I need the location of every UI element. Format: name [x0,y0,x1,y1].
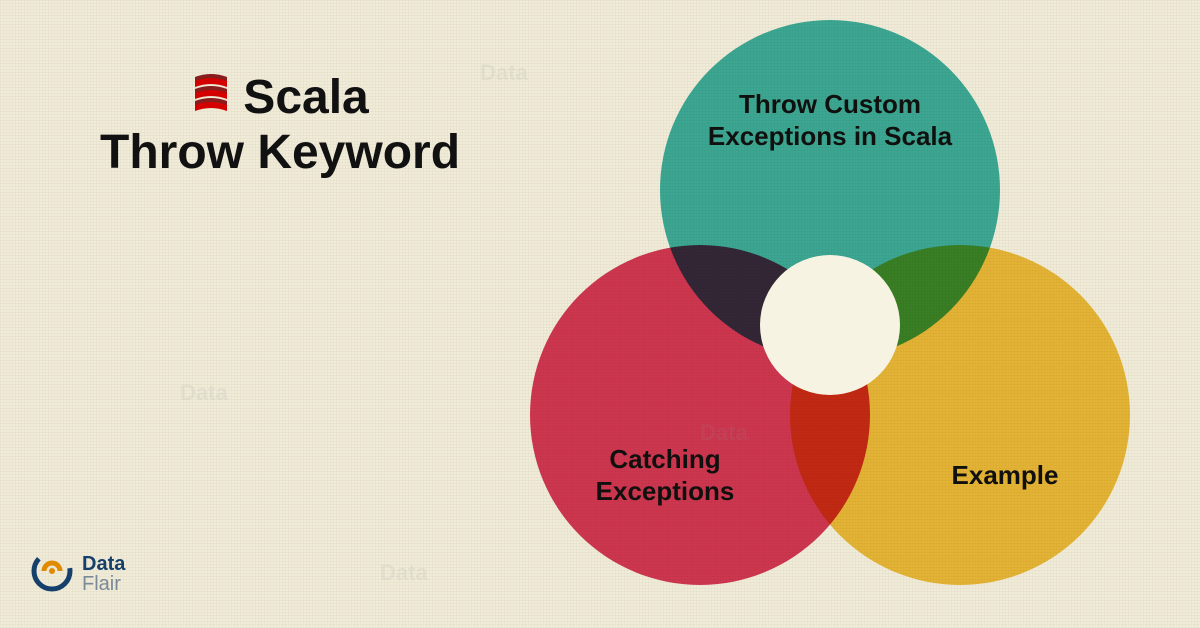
page-title-block: Scala Throw Keyword [100,70,460,180]
brand-text-bottom: Flair [82,574,125,594]
brand-logo: Data Flair [30,549,125,598]
title-row: Scala [100,70,460,125]
brand-text: Data Flair [82,554,125,594]
watermark-icon: Data [380,560,428,586]
watermark-icon: Data [700,420,748,446]
venn-label-top: Throw CustomExceptions in Scala [678,88,982,153]
watermark-icon: Data [480,60,528,86]
brand-logo-icon [30,549,74,598]
scala-logo-icon [191,71,231,124]
venn-label-left: CatchingExceptions [566,443,765,508]
watermark-icon: Data [180,380,228,406]
brand-text-top: Data [82,554,125,574]
venn-label-right: Example [922,459,1089,492]
venn-center-gap [760,255,900,395]
venn-diagram: Throw CustomExceptions in Scala Catching… [480,10,1180,620]
title-line2: Throw Keyword [100,125,460,180]
title-line1: Scala [243,70,368,125]
